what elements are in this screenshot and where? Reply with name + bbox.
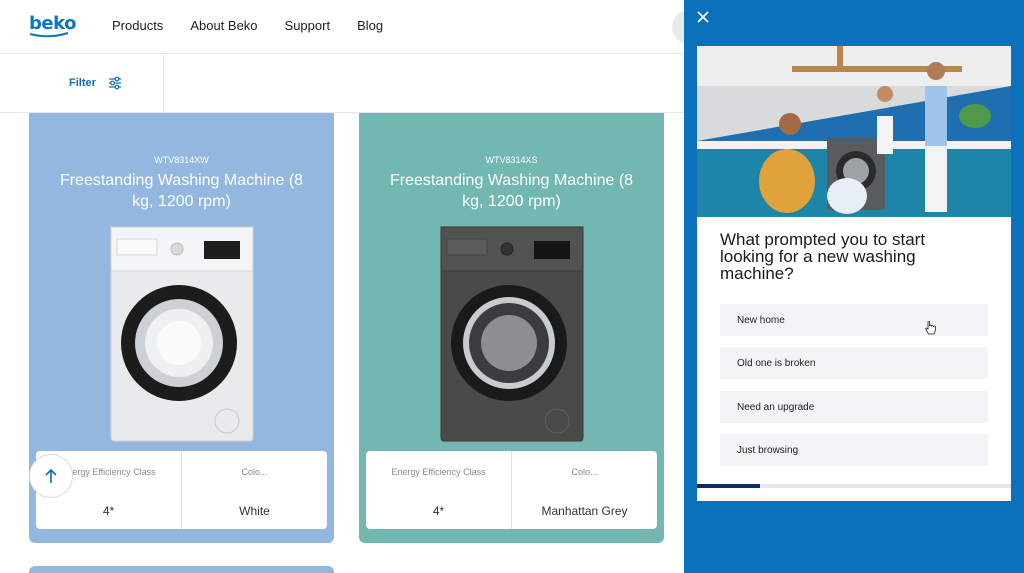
spec-colour: Colo... White: [181, 451, 327, 529]
spec-label: Colo...: [241, 467, 268, 477]
nav-support[interactable]: Support: [285, 18, 331, 33]
product-title[interactable]: Freestanding Washing Machine (8 kg, 1200…: [379, 170, 644, 212]
nav-blog[interactable]: Blog: [357, 18, 383, 33]
scroll-to-top-button[interactable]: [29, 454, 73, 498]
nav-products[interactable]: Products: [112, 18, 163, 33]
spec-energy: Energy Efficiency Class 4*: [366, 451, 511, 529]
quiz-card: What prompted you to start looking for a…: [697, 46, 1011, 501]
spec-value: White: [239, 504, 270, 518]
quiz-option-old-one-broken[interactable]: Old one is broken: [720, 347, 988, 379]
spec-value: Manhattan Grey: [541, 504, 628, 518]
filter-button[interactable]: Filter: [69, 76, 122, 90]
quiz-option-just-browsing[interactable]: Just browsing: [720, 434, 988, 466]
filter-label: Filter: [69, 77, 96, 89]
nav-about-beko[interactable]: About Beko: [190, 18, 257, 33]
main-nav: Products About Beko Support Blog: [112, 18, 383, 33]
product-sku: WTV8314XS: [485, 155, 538, 165]
filter-bar: Filter: [0, 54, 684, 113]
product-image-grey-washer: [440, 226, 584, 442]
quiz-progress-bar: [697, 484, 1011, 488]
quiz-progress-fill: [697, 484, 760, 488]
quiz-question: What prompted you to start looking for a…: [720, 230, 926, 283]
spec-label: Energy Efficiency Class: [391, 467, 486, 477]
filter-sliders-icon: [108, 76, 121, 90]
family-laundry-photo: [697, 46, 1011, 217]
next-product-card-edge: [29, 566, 334, 573]
product-card[interactable]: WTV8314XW Freestanding Washing Machine (…: [29, 113, 334, 543]
quiz-option-need-upgrade[interactable]: Need an upgrade: [720, 391, 988, 423]
logo-swoosh-icon: [29, 32, 69, 38]
product-card[interactable]: WTV8314XS Freestanding Washing Machine (…: [359, 113, 664, 543]
quiz-option-new-home[interactable]: New home: [720, 304, 988, 336]
filter-divider: [163, 54, 164, 113]
spec-label: Colo...: [571, 467, 598, 477]
spec-colour: Colo... Manhattan Grey: [511, 451, 657, 529]
quiz-panel: What prompted you to start looking for a…: [684, 0, 1024, 573]
beko-logo[interactable]: beko: [29, 13, 76, 34]
product-specs: Energy Efficiency Class 4* Colo... Manha…: [366, 451, 657, 529]
arrow-up-icon: [45, 468, 57, 483]
product-sku: WTV8314XW: [154, 155, 209, 165]
product-image-white-washer: [110, 226, 254, 442]
close-icon[interactable]: [696, 10, 710, 24]
spec-value: 4*: [432, 504, 445, 518]
spec-value: 4*: [102, 504, 115, 518]
product-title[interactable]: Freestanding Washing Machine (8 kg, 1200…: [49, 170, 314, 212]
product-specs: Energy Efficiency Class 4* Colo... White: [36, 451, 327, 529]
pointer-cursor-icon: [925, 321, 936, 335]
